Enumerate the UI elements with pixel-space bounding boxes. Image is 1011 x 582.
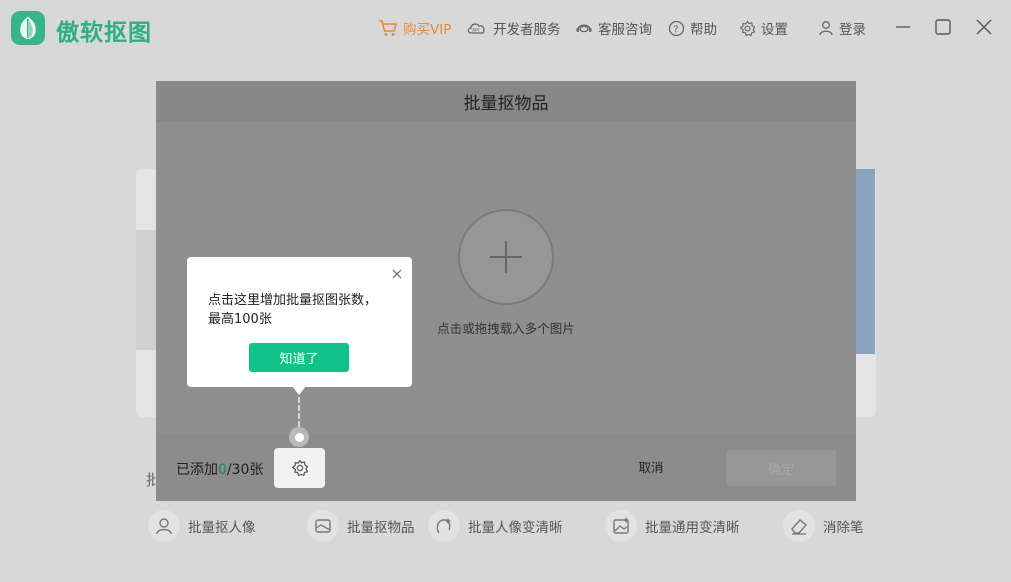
developer-service-label: 开发者服务 [493,22,561,38]
confirm-button[interactable]: 确定 [726,450,836,486]
box-icon [307,510,339,542]
tool-label: 批量抠物品 [347,520,415,536]
user-icon [819,21,833,36]
person-icon [148,510,180,542]
minimize-button[interactable] [893,17,913,37]
tool-batch-person[interactable]: 批量抠人像 [148,510,256,542]
title-bar: 傲软抠图 购买VIP API 开发者服务 客服咨询 ? 帮助 设置 登录 [0,0,1011,56]
help-button[interactable]: ? 帮助 [668,18,717,38]
tooltip-line-1: 点击这里增加批量抠图张数， [208,293,378,308]
svg-text:?: ? [673,24,678,35]
tool-label: 消除笔 [823,520,864,536]
count-suffix: /30张 [226,462,264,478]
help-label: 帮助 [690,22,717,38]
count-current: 0 [218,462,227,478]
login-button[interactable]: 登录 [818,18,866,38]
svg-text:API: API [472,28,479,34]
app-name: 傲软抠图 [56,20,152,46]
dialog-title: 批量抠物品 [463,94,549,114]
add-images-button[interactable] [458,209,554,305]
developer-service-button[interactable]: API 开发者服务 [466,18,561,38]
tool-label: 批量人像变清晰 [468,520,563,536]
image-count: 已添加0/30张 [176,459,263,479]
background-image-right [855,169,875,354]
close-window-button[interactable] [974,17,994,37]
help-icon: ? [668,20,685,36]
login-label: 登录 [839,22,866,38]
background-image-left [136,230,158,350]
plus-icon [490,241,522,273]
tooltip-anchor-dot [289,427,309,447]
gear-icon [739,20,756,36]
close-icon [976,19,992,35]
gear-icon [291,459,308,477]
tooltip-line-2: 最高100张 [208,312,272,327]
face-enhance-icon [428,510,460,542]
cancel-button[interactable]: 取消 [626,457,676,477]
dialog-header: 批量抠物品 [156,81,856,122]
settings-button[interactable]: 设置 [739,18,788,38]
customer-service-button[interactable]: 客服咨询 [575,18,652,38]
buy-vip-label: 购买VIP [403,22,452,38]
got-it-button[interactable]: 知道了 [249,343,349,372]
guide-tooltip: 点击这里增加批量抠图张数， 最高100张 知道了 [187,257,412,387]
maximize-icon [935,19,951,35]
tool-label: 批量抠人像 [188,520,256,536]
image-enhance-icon [605,510,637,542]
tool-batch-general-enhance[interactable]: 批量通用变清晰 [605,510,740,542]
tool-label: 批量通用变清晰 [645,520,740,536]
headset-icon [576,24,592,33]
minimize-icon [896,26,910,28]
maximize-button[interactable] [933,17,953,37]
tooltip-connector-line [298,397,300,427]
tool-batch-object[interactable]: 批量抠物品 [307,510,415,542]
cart-icon [379,20,397,36]
app-logo [11,11,45,45]
upload-hint: 点击或拖拽载入多个图片 [437,321,575,336]
settings-label: 设置 [761,22,788,38]
tool-eraser[interactable]: 消除笔 [783,510,864,542]
api-cloud-icon: API [467,23,485,34]
leaf-logo-icon [20,17,36,39]
eraser-icon [783,510,815,542]
customer-service-label: 客服咨询 [598,22,652,38]
batch-count-settings-button[interactable] [274,448,325,488]
buy-vip-button[interactable]: 购买VIP [378,18,451,38]
tooltip-arrow [292,386,306,395]
count-prefix: 已添加 [176,462,218,478]
tooltip-close-button[interactable] [390,266,404,280]
tooltip-text: 点击这里增加批量抠图张数， 最高100张 [208,291,398,329]
tool-batch-face-enhance[interactable]: 批量人像变清晰 [428,510,563,542]
close-icon [392,269,402,279]
